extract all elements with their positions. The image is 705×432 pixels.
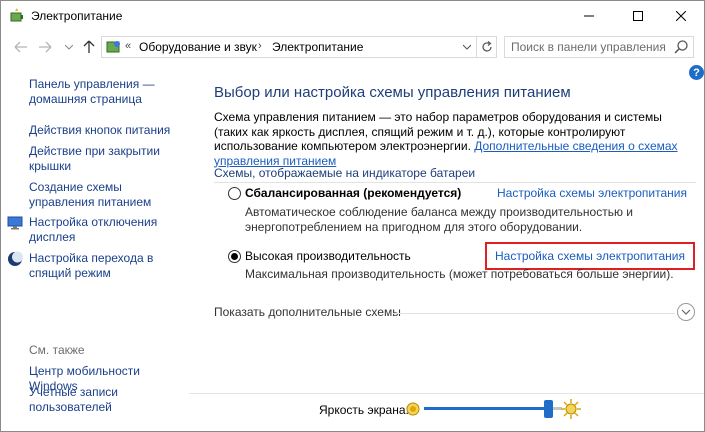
plan-high-performance-name[interactable]: Высокая производительность	[245, 249, 411, 263]
control-panel-icon	[106, 41, 120, 53]
brightness-label: Яркость экрана:	[319, 403, 409, 417]
sidebar-item-user-accounts[interactable]: Учетные записи пользователей	[29, 385, 189, 415]
breadcrumb-item-hardware[interactable]: Оборудование и звук	[139, 40, 257, 54]
back-button[interactable]	[13, 39, 29, 55]
minimize-icon	[584, 15, 594, 17]
search-input[interactable]	[511, 39, 669, 55]
sidebar-item-home[interactable]: Панель управления — домашняя страница	[29, 77, 189, 107]
sidebar: Панель управления — домашняя страница Де…	[1, 63, 197, 431]
refresh-button[interactable]	[476, 37, 496, 57]
plan-balanced-radio[interactable]	[228, 187, 241, 200]
maximize-icon	[633, 11, 643, 21]
brightness-divider	[189, 393, 704, 394]
window-title: Электропитание	[31, 9, 123, 23]
brightness-slider[interactable]	[424, 400, 562, 418]
intro-text: Схема управления питанием — это набор па…	[214, 110, 694, 168]
monitor-icon	[7, 216, 23, 230]
help-button[interactable]: ?	[689, 65, 704, 80]
page-title: Выбор или настройка схемы управления пит…	[214, 84, 571, 101]
plan-balanced-name[interactable]: Сбалансированная (рекомендуется)	[245, 186, 461, 200]
plan-balanced-settings-link[interactable]: Настройка схемы электропитания	[497, 186, 687, 200]
up-button[interactable]	[81, 39, 97, 55]
section-divider	[214, 182, 696, 183]
close-button[interactable]	[658, 1, 704, 31]
forward-button[interactable]	[37, 39, 53, 55]
recent-locations-button[interactable]	[61, 39, 77, 55]
address-bar[interactable]: « Оборудование и звук › Электропитание	[101, 36, 497, 58]
moon-icon	[8, 251, 23, 266]
sidebar-item-create-plan[interactable]: Создание схемы управления питанием	[29, 180, 189, 210]
chevron-down-icon	[681, 309, 691, 315]
brightness-high-icon	[561, 399, 581, 419]
brightness-slider-fill	[424, 407, 549, 410]
navigation-bar: « Оборудование и звук › Электропитание	[1, 31, 704, 63]
close-icon	[676, 11, 686, 21]
brightness-low-icon	[406, 402, 420, 416]
sidebar-item-power-buttons[interactable]: Действия кнопок питания	[29, 123, 189, 138]
plan-high-performance-description: Максимальная производительность (может п…	[245, 267, 674, 281]
arrow-left-icon	[14, 41, 27, 53]
breadcrumb-item-power[interactable]: Электропитание	[272, 40, 363, 54]
arrow-right-icon	[39, 41, 52, 53]
chevron-down-icon	[65, 44, 73, 50]
maximize-button[interactable]	[615, 1, 661, 31]
power-options-icon	[10, 8, 23, 22]
chevron-down-icon	[463, 44, 471, 50]
battery-plans-title: Схемы, отображаемые на индикаторе батаре…	[214, 166, 476, 180]
control-panel-window: Электропитание « Оборудование и звук › Э…	[0, 0, 705, 432]
sidebar-item-display-off[interactable]: Настройка отключения дисплея	[29, 215, 189, 245]
brightness-slider-thumb[interactable]	[544, 400, 554, 418]
breadcrumb-separator[interactable]: ›	[258, 40, 262, 52]
search-box[interactable]	[504, 36, 694, 58]
plan-balanced-description: Автоматическое соблюдение баланса между …	[245, 205, 634, 234]
show-more-plans-button[interactable]	[677, 303, 695, 321]
show-more-plans-label[interactable]: Показать дополнительные схемы	[214, 305, 401, 319]
plan-high-performance-settings-link[interactable]: Настройка схемы электропитания	[485, 242, 695, 270]
arrow-up-icon	[83, 40, 95, 53]
plan-high-performance-radio[interactable]	[228, 250, 241, 263]
refresh-icon	[481, 41, 492, 52]
minimize-button[interactable]	[566, 1, 612, 31]
address-dropdown-button[interactable]	[459, 37, 475, 57]
title-bar: Электропитание	[1, 1, 704, 31]
sidebar-item-lid-close[interactable]: Действие при закрытии крышки	[29, 144, 189, 174]
breadcrumb-overflow[interactable]: «	[125, 40, 131, 52]
search-icon[interactable]	[673, 39, 689, 55]
more-plans-divider	[393, 313, 675, 314]
see-also-title: См. также	[29, 343, 85, 357]
sidebar-item-sleep[interactable]: Настройка перехода в спящий режим	[29, 251, 189, 281]
